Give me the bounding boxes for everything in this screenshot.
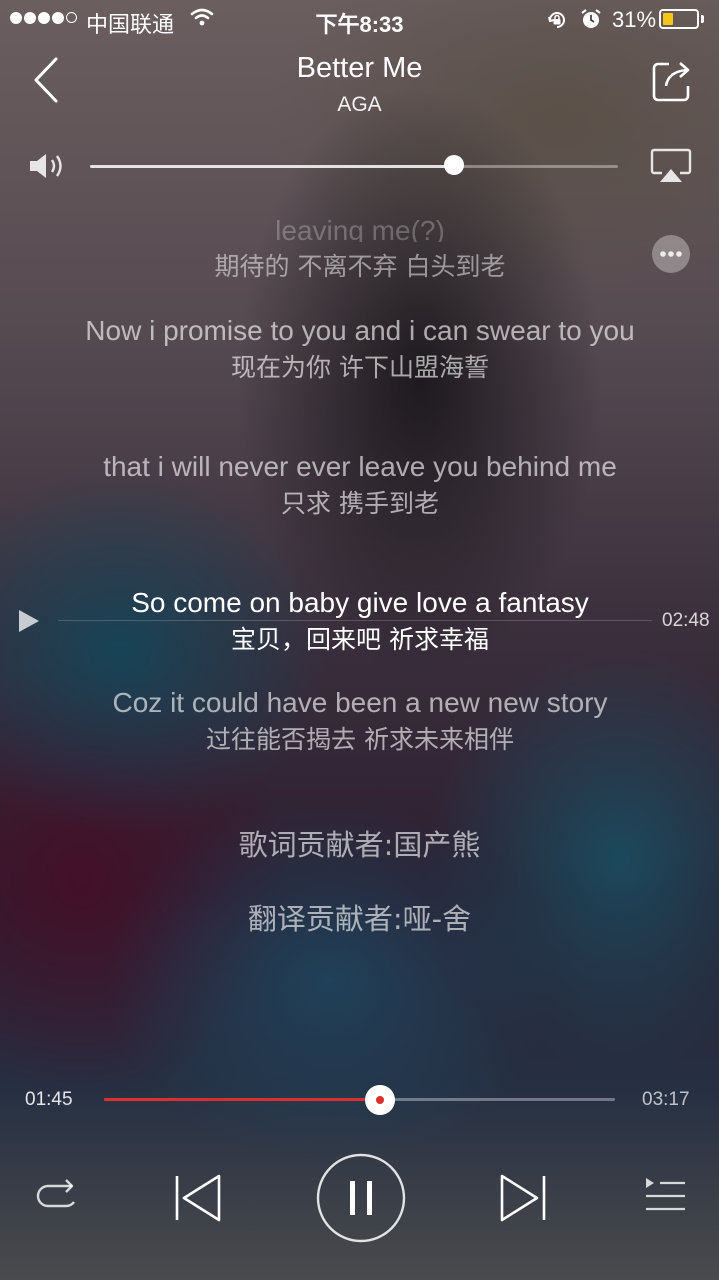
- lyric-seek-time: 02:48: [662, 610, 710, 631]
- lyric-line-translation: 现在为你 许下山盟海誓: [231, 353, 489, 382]
- elapsed-time: 01:45: [25, 1089, 73, 1110]
- lyric-line-partial: leaving me(?): [275, 215, 445, 242]
- lyric-line-translation: 宝贝，回来吧 祈求幸福: [231, 625, 489, 654]
- lyric-line-current[interactable]: So come on baby give love a fantasy 宝贝，回…: [40, 584, 680, 658]
- alarm-icon: [580, 8, 602, 35]
- pause-icon: [316, 1153, 406, 1243]
- status-bar: 中国联通 下午8:33 31%: [0, 0, 719, 40]
- playlist-icon[interactable]: [644, 1176, 686, 1221]
- next-track-icon[interactable]: [499, 1174, 547, 1227]
- song-title: Better Me: [296, 52, 423, 84]
- lyric-line-translation: 只求 携手到老: [281, 489, 439, 518]
- play-from-line-icon[interactable]: [18, 609, 40, 638]
- lyric-line-text: Coz it could have been a new new story: [112, 687, 608, 718]
- total-duration: 03:17: [642, 1089, 690, 1110]
- volume-fill: [90, 165, 455, 168]
- lyric-line-translation: 期待的 不离不弃 白头到老: [214, 252, 506, 281]
- progress-fill: [104, 1098, 380, 1101]
- battery-percent: 31%: [612, 7, 657, 32]
- battery-cap: [701, 15, 704, 23]
- progress-knob[interactable]: [364, 1085, 395, 1115]
- lyric-line[interactable]: that i will never ever leave you behind …: [40, 448, 680, 522]
- pause-button[interactable]: [316, 1153, 406, 1248]
- progress-slider[interactable]: [104, 1098, 615, 1101]
- rotation-lock-icon: [546, 9, 568, 36]
- song-artist: AGA: [337, 93, 382, 116]
- lyric-line-translation: 过往能否揭去 祈求未来相伴: [206, 725, 514, 754]
- lyric-line-text: Now i promise to you and i can swear to …: [85, 315, 635, 346]
- translation-credit: 翻译贡献者:哑-舍: [247, 902, 472, 936]
- airplay-icon[interactable]: [650, 148, 692, 189]
- lyrics-credit: 歌词贡献者:国产熊: [238, 828, 481, 862]
- lyric-line[interactable]: Now i promise to you and i can swear to …: [40, 312, 680, 386]
- previous-track-icon[interactable]: [174, 1174, 222, 1227]
- volume-knob[interactable]: [444, 155, 465, 175]
- volume-slider[interactable]: [90, 165, 618, 168]
- progress-knob-dot: [375, 1096, 384, 1104]
- repeat-icon[interactable]: [34, 1176, 80, 1221]
- lyric-line-text: So come on baby give love a fantasy: [131, 587, 589, 618]
- lyric-line-text: that i will never ever leave you behind …: [103, 451, 617, 482]
- speaker-icon: [28, 151, 68, 186]
- lyric-line[interactable]: Coz it could have been a new new story 过…: [40, 684, 680, 758]
- battery-icon: [659, 9, 699, 29]
- share-icon[interactable]: [652, 58, 692, 107]
